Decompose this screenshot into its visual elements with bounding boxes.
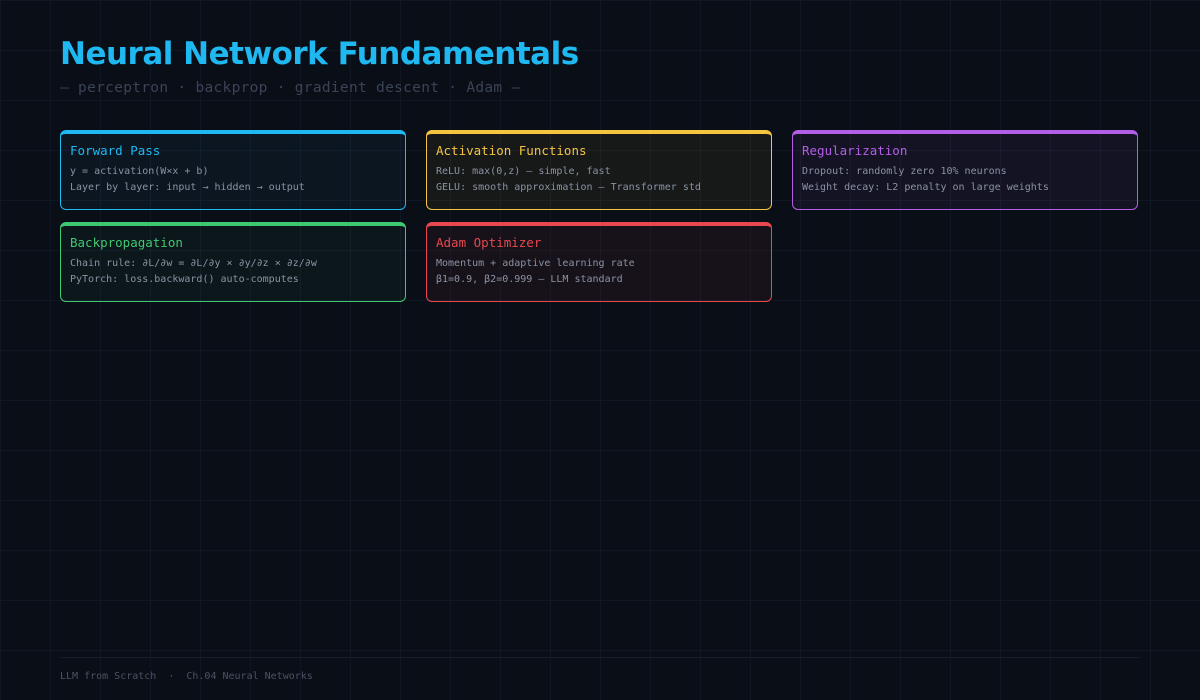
card-title: Adam Optimizer <box>436 235 542 250</box>
footer: LLM from Scratch · Ch.04 Neural Networks <box>60 671 313 682</box>
card-line: β1=0.9, β2=0.999 — LLM standard <box>436 274 623 285</box>
card-title: Backpropagation <box>70 235 183 250</box>
card-line: GELU: smooth approximation — Transformer… <box>436 182 701 193</box>
card-title: Regularization <box>802 143 908 158</box>
card-title: Forward Pass <box>70 143 161 158</box>
footer-chapter: Ch.04 Neural Networks <box>186 671 313 682</box>
card-line: y = activation(W×x + b) <box>70 166 209 177</box>
footer-separator: · <box>168 671 175 682</box>
card-backpropagation: Backpropagation Chain rule: ∂L/∂w = ∂L/∂… <box>60 222 406 302</box>
card-regularization: Regularization Dropout: randomly zero 10… <box>792 130 1138 210</box>
card-title: Activation Functions <box>436 143 587 158</box>
card-line: PyTorch: loss.backward() auto-computes <box>70 274 299 285</box>
card-line: Weight decay: L2 penalty on large weight… <box>802 182 1049 193</box>
card-activation-functions: Activation Functions ReLU: max(0,z) — si… <box>426 130 772 210</box>
card-forward-pass: Forward Pass y = activation(W×x + b) Lay… <box>60 130 406 210</box>
footer-book: LLM from Scratch <box>60 671 157 682</box>
card-line: ReLU: max(0,z) — simple, fast <box>436 166 611 177</box>
card-adam-optimizer: Adam Optimizer Momentum + adaptive learn… <box>426 222 772 302</box>
page-subtitle: — perceptron · backprop · gradient desce… <box>60 80 521 96</box>
card-line: Momentum + adaptive learning rate <box>436 258 635 269</box>
card-line: Chain rule: ∂L/∂w = ∂L/∂y × ∂y/∂z × ∂z/∂… <box>70 258 317 269</box>
card-line: Dropout: randomly zero 10% neurons <box>802 166 1007 177</box>
footer-divider <box>60 657 1140 658</box>
page-title: Neural Network Fundamentals <box>60 36 579 72</box>
card-line: Layer by layer: input → hidden → output <box>70 182 305 193</box>
